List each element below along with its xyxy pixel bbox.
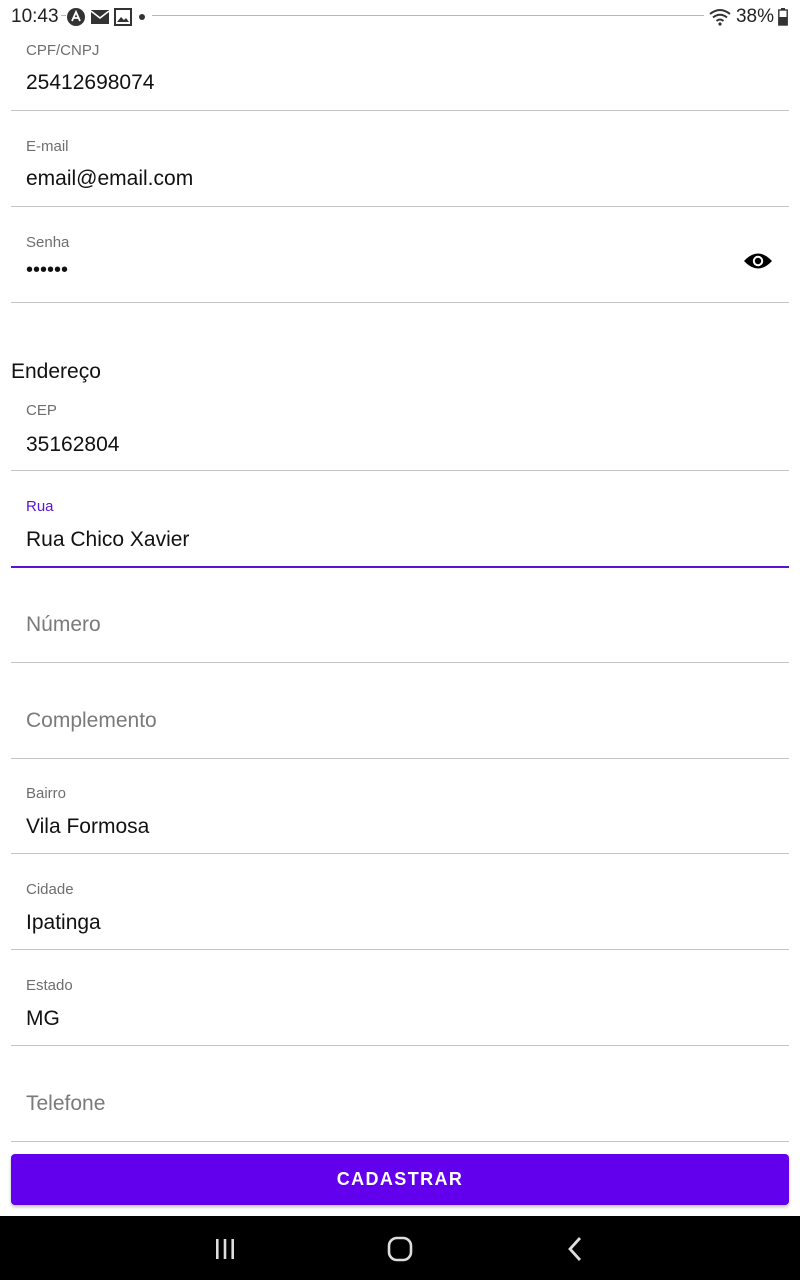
city-field[interactable]: Cidade Ipatinga xyxy=(11,880,789,950)
number-field[interactable]: Número xyxy=(11,592,789,663)
wifi-icon xyxy=(709,9,731,26)
phone-field[interactable]: Telefone xyxy=(11,1072,789,1142)
app-notification-icon xyxy=(67,8,85,26)
eye-icon[interactable] xyxy=(743,250,773,272)
city-label: Cidade xyxy=(26,881,74,898)
neighborhood-field[interactable]: Bairro Vila Formosa xyxy=(11,784,789,854)
image-icon xyxy=(114,8,132,26)
password-field[interactable]: Senha •••••• xyxy=(11,232,789,303)
register-button[interactable]: CADASTRAR xyxy=(11,1154,789,1205)
notification-icons xyxy=(66,7,152,27)
cep-value: 35162804 xyxy=(26,433,120,456)
number-placeholder: Número xyxy=(26,613,101,636)
navigation-bar xyxy=(0,1216,800,1280)
street-label: Rua xyxy=(26,498,54,515)
cpf-cnpj-field[interactable]: CPF/CNPJ 25412698074 xyxy=(11,40,789,111)
recent-apps-icon xyxy=(216,1239,234,1259)
mail-icon xyxy=(90,10,110,24)
back-button[interactable] xyxy=(555,1234,595,1264)
password-label: Senha xyxy=(26,234,70,251)
street-value: Rua Chico Xavier xyxy=(26,528,190,551)
home-button[interactable] xyxy=(380,1234,420,1264)
email-field[interactable]: E-mail email@email.com xyxy=(11,136,789,207)
street-field[interactable]: Rua Rua Chico Xavier xyxy=(11,496,789,568)
dot-icon xyxy=(139,14,145,20)
state-label: Estado xyxy=(26,977,73,994)
system-icons: 38% xyxy=(703,6,788,28)
email-label: E-mail xyxy=(26,138,69,155)
recent-apps-button[interactable] xyxy=(205,1234,245,1264)
email-value: email@email.com xyxy=(26,167,194,190)
complement-field[interactable]: Complemento xyxy=(11,688,789,759)
state-value: MG xyxy=(26,1007,60,1030)
neighborhood-value: Vila Formosa xyxy=(26,815,150,838)
city-value: Ipatinga xyxy=(26,911,101,934)
status-bar: 10:43 38% xyxy=(0,0,800,34)
password-value: •••••• xyxy=(26,259,69,281)
complement-placeholder: Complemento xyxy=(26,709,157,732)
home-icon xyxy=(387,1236,413,1262)
cep-label: CEP xyxy=(26,402,57,419)
cep-field[interactable]: CEP 35162804 xyxy=(11,400,789,471)
back-icon xyxy=(568,1237,582,1261)
cpf-cnpj-label: CPF/CNPJ xyxy=(26,42,100,59)
address-section-title: Endereço xyxy=(11,360,101,383)
cpf-cnpj-value: 25412698074 xyxy=(26,71,155,94)
phone-placeholder: Telefone xyxy=(26,1092,106,1115)
state-field[interactable]: Estado MG xyxy=(11,976,789,1046)
battery-percentage: 38% xyxy=(735,6,774,27)
neighborhood-label: Bairro xyxy=(26,785,67,802)
battery-icon xyxy=(778,8,788,26)
status-time: 10:43 xyxy=(11,6,61,28)
